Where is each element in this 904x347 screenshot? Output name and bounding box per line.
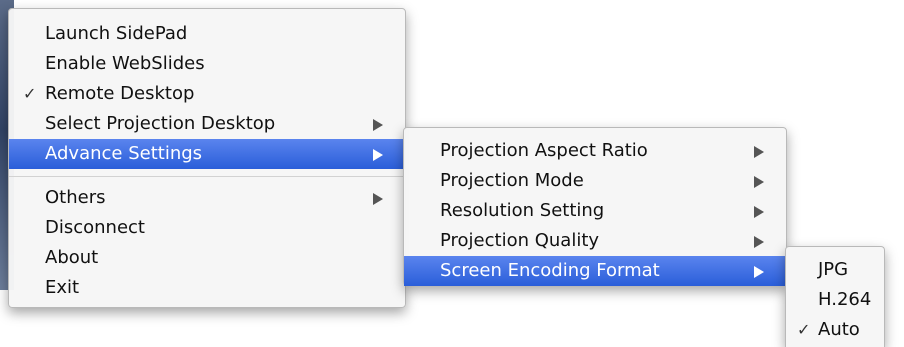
menu-item-projection-mode[interactable]: Projection Mode [404,166,786,196]
menu-item-others[interactable]: Others [9,183,405,213]
menu-item-label: Auto [818,319,860,340]
menu-item-label: Select Projection Desktop [45,113,276,134]
menu-item-label: Screen Encoding Format [440,260,660,281]
menu-item-label: Remote Desktop [45,83,195,104]
menu-item-projection-aspect-ratio[interactable]: Projection Aspect Ratio [404,136,786,166]
checkmark-icon: ✓ [23,84,37,103]
menu-item-screen-encoding-format[interactable]: Screen Encoding Format [404,256,786,286]
menu-item-label: Exit [45,277,80,298]
submenu-arrow-icon [373,119,383,131]
menu-item-label: Enable WebSlides [45,53,205,74]
screen-encoding-submenu: JPG H.264 ✓ Auto [785,246,885,347]
submenu-arrow-icon [754,236,764,248]
menu-item-launch-sidepad[interactable]: Launch SidePad [9,19,405,49]
submenu-arrow-icon [754,266,764,278]
menu-item-label: Launch SidePad [45,23,188,44]
menu-item-label: JPG [818,259,849,280]
submenu-arrow-icon [754,206,764,218]
menu-item-select-projection-desktop[interactable]: Select Projection Desktop [9,109,405,139]
menu-item-about[interactable]: About [9,243,405,273]
menu-item-jpg[interactable]: JPG [786,255,884,285]
menu-item-label: Advance Settings [45,143,203,164]
menu-item-disconnect[interactable]: Disconnect [9,213,405,243]
menu-item-label: Projection Mode [440,170,584,191]
menu-item-remote-desktop[interactable]: ✓ Remote Desktop [9,79,405,109]
menu-item-label: Projection Aspect Ratio [440,140,648,161]
menu-item-resolution-setting[interactable]: Resolution Setting [404,196,786,226]
context-menu: Launch SidePad Enable WebSlides ✓ Remote… [8,8,406,308]
menu-item-projection-quality[interactable]: Projection Quality [404,226,786,256]
submenu-arrow-icon [373,193,383,205]
menu-item-label: Resolution Setting [440,200,605,221]
menu-item-enable-webslides[interactable]: Enable WebSlides [9,49,405,79]
menu-item-label: Disconnect [45,217,145,238]
menu-item-label: Others [45,187,106,208]
menu-item-h264[interactable]: H.264 [786,285,884,315]
submenu-arrow-icon [754,146,764,158]
menu-separator [9,176,405,177]
checkmark-icon: ✓ [797,320,811,339]
advance-settings-submenu: Projection Aspect Ratio Projection Mode … [403,127,787,286]
menu-item-label: H.264 [818,289,872,310]
menu-item-exit[interactable]: Exit [9,273,405,303]
submenu-arrow-icon [373,149,383,161]
submenu-arrow-icon [754,176,764,188]
menu-item-auto[interactable]: ✓ Auto [786,315,884,345]
menu-item-label: Projection Quality [440,230,600,251]
menu-item-label: About [45,247,99,268]
menu-item-advance-settings[interactable]: Advance Settings [9,139,405,169]
